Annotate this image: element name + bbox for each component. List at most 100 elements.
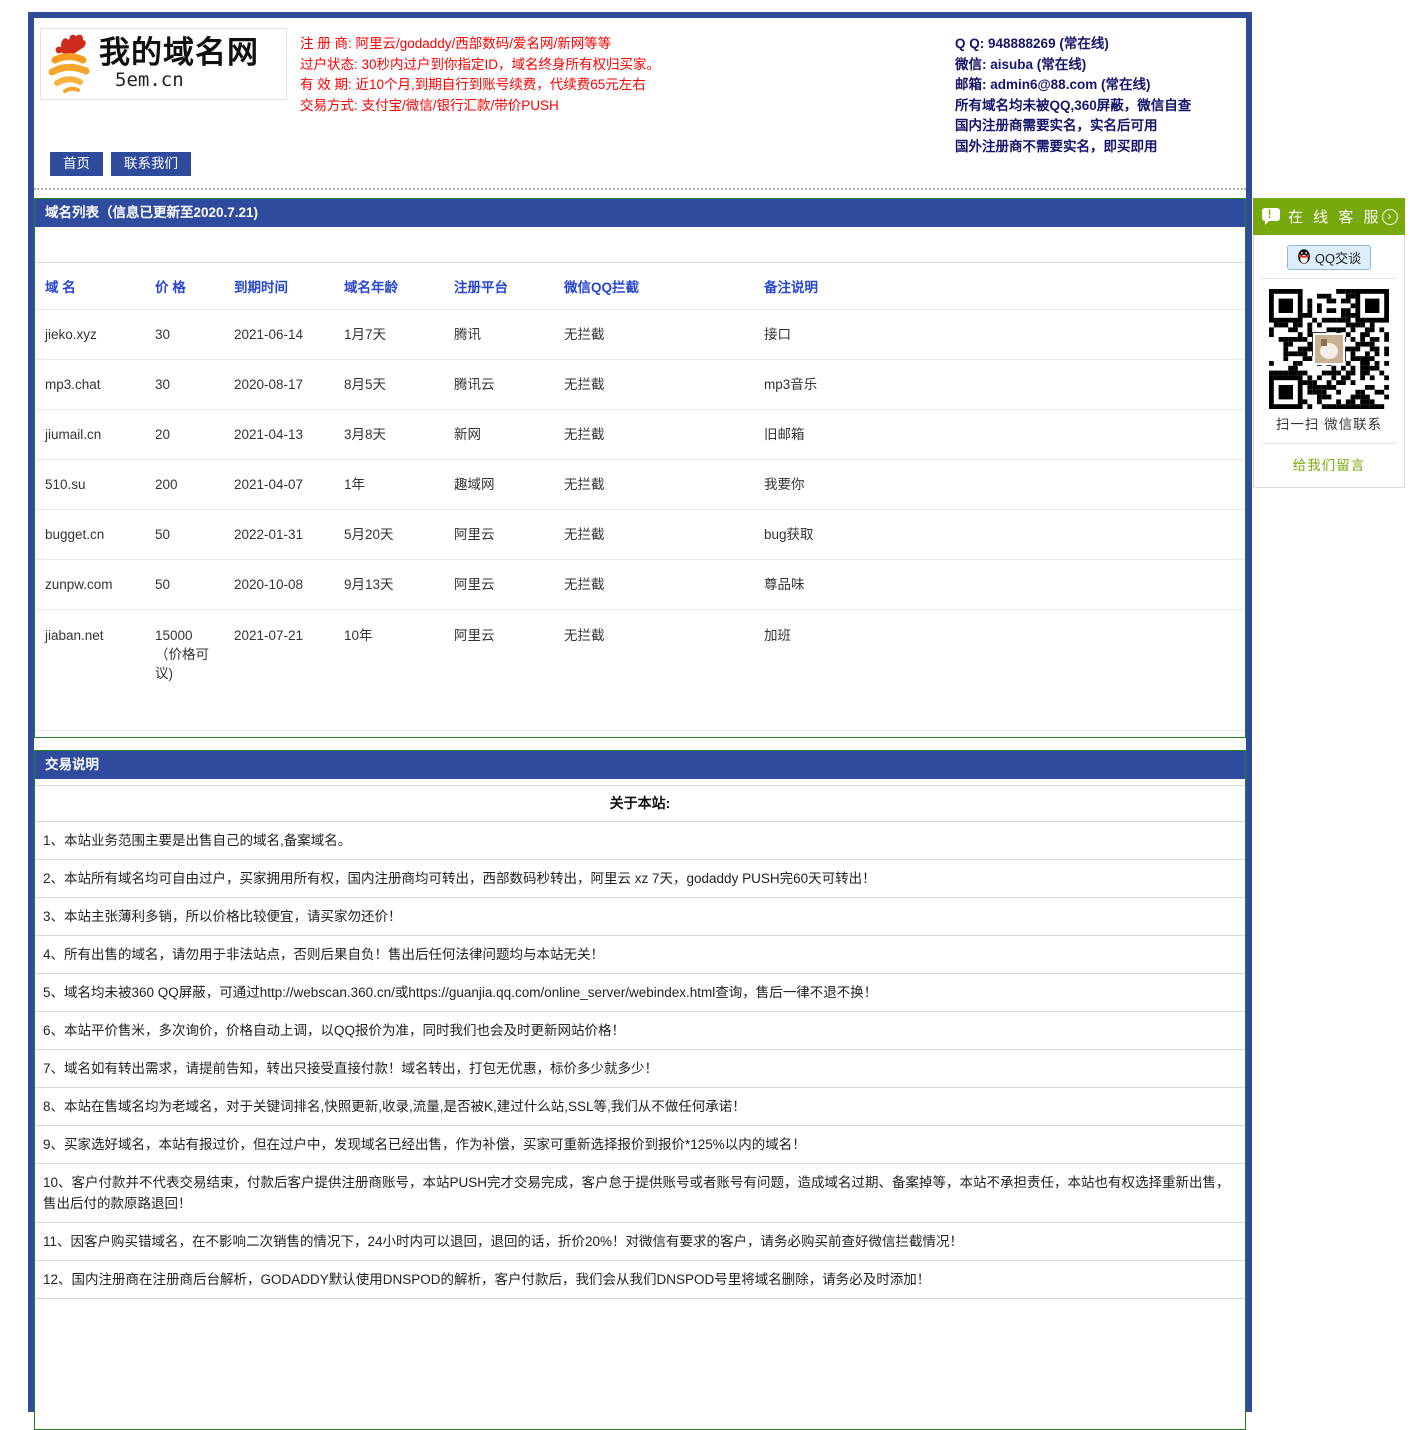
nav-contact-button[interactable]: 联系我们 (111, 152, 191, 176)
cell-age: 1月7天 (336, 310, 446, 360)
cell-domain: jiaban.net (35, 610, 147, 731)
cell-expire-date: 2021-04-07 (226, 460, 336, 510)
cell-expire-date: 2020-10-08 (226, 560, 336, 610)
nav-home-button[interactable]: 首页 (50, 152, 103, 176)
domain-table: 域 名价 格到期时间域名年龄注册平台微信QQ拦截备注说明 jieko.xyz30… (35, 262, 1245, 731)
domain-table-body: jieko.xyz302021-06-141月7天腾讯无拦截接口mp3.chat… (35, 310, 1245, 731)
cell-wechat-qq-block: 无拦截 (556, 310, 756, 360)
leave-message-link[interactable]: 给我们留言 (1293, 454, 1366, 474)
cell-wechat-qq-block: 无拦截 (556, 610, 756, 731)
cell-wechat-qq-block: 无拦截 (556, 560, 756, 610)
cell-expire-date: 2022-01-31 (226, 510, 336, 560)
scan-label: 扫一扫 微信联系 (1254, 413, 1404, 433)
column-header-expire-date: 到期时间 (226, 263, 336, 310)
column-header-age: 域名年龄 (336, 263, 446, 310)
contact-line: 所有域名均未被QQ,360屏蔽，微信自查 (955, 96, 1240, 117)
cell-age: 3月8天 (336, 410, 446, 460)
chat-bubble-icon: ! (1262, 207, 1281, 226)
customer-service-widget: ! 在 线 客 服 › QQ交谈 扫一扫 (1253, 198, 1405, 488)
table-row: 510.su2002021-04-071年趣域网无拦截我要你 (35, 460, 1245, 510)
site-domain: 5em.cn (115, 69, 259, 91)
qq-chat-label: QQ交谈 (1315, 248, 1361, 267)
cell-note: 接口 (756, 310, 1245, 360)
contact-line: 邮箱: admin6@88.com (常在线) (955, 75, 1240, 96)
notice-line: 交易方式: 支付宝/微信/银行汇款/带价PUSH (300, 96, 860, 117)
notice-line: 有 效 期: 近10个月,到期自行到账号续费，代续费65元左右 (300, 75, 860, 96)
service-title: 在 线 客 服 (1288, 206, 1382, 227)
cell-platform: 腾讯 (446, 310, 556, 360)
cell-platform: 阿里云 (446, 510, 556, 560)
cell-age: 1年 (336, 460, 446, 510)
page: 我的域名网 5em.cn 注 册 商: 阿里云/godaddy/西部数码/爱名网… (0, 0, 1414, 1258)
column-header-platform: 注册平台 (446, 263, 556, 310)
note-item: 4、所有出售的域名，请勿用于非法站点，否则后果自负！售出后任何法律问题均与本站无… (35, 936, 1245, 974)
cell-note: mp3音乐 (756, 360, 1245, 410)
cell-platform: 新网 (446, 410, 556, 460)
cell-price: 50 (147, 560, 226, 610)
note-item: 9、买家选好域名，本站有报过价，但在过户中，发现域名已经出售，作为补偿，买家可重… (35, 1126, 1245, 1164)
cell-domain: mp3.chat (35, 360, 147, 410)
cell-platform: 腾讯云 (446, 360, 556, 410)
domain-list-title: 域名列表（信息已更新至2020.7.21) (35, 199, 1245, 227)
cell-wechat-qq-block: 无拦截 (556, 510, 756, 560)
cell-age: 8月5天 (336, 360, 446, 410)
note-item: 12、国内注册商在注册商后台解析，GODADDY默认使用DNSPOD的解析，客户… (35, 1261, 1245, 1299)
column-header-domain: 域 名 (35, 263, 147, 310)
service-body: QQ交谈 扫一扫 微信联系 给我们留言 (1253, 235, 1405, 488)
main-container: 我的域名网 5em.cn 注 册 商: 阿里云/godaddy/西部数码/爱名网… (28, 12, 1252, 1412)
cell-domain: jiumail.cn (35, 410, 147, 460)
contact-line: Q Q: 948888269 (常在线) (955, 34, 1240, 55)
qq-chat-button[interactable]: QQ交谈 (1287, 245, 1371, 270)
cell-expire-date: 2021-07-21 (226, 610, 336, 731)
cell-expire-date: 2021-06-14 (226, 310, 336, 360)
site-logo: 我的域名网 5em.cn (40, 28, 287, 100)
main-nav: 首页 联系我们 (50, 152, 191, 176)
table-row: jiaban.net15000（价格可议)2021-07-2110年阿里云无拦截… (35, 610, 1245, 731)
contact-line: 国内注册商需要实名，实名后可用 (955, 116, 1240, 137)
service-header: ! 在 线 客 服 › (1253, 198, 1405, 235)
cell-wechat-qq-block: 无拦截 (556, 360, 756, 410)
notes-title: 交易说明 (35, 751, 1245, 779)
note-item: 5、域名均未被360 QQ屏蔽，可通过http://webscan.360.cn… (35, 974, 1245, 1012)
site-title: 我的域名网 (99, 37, 259, 70)
cell-wechat-qq-block: 无拦截 (556, 410, 756, 460)
divider (1262, 443, 1396, 444)
note-item: 7、域名如有转出需求，请提前告知，转出只接受直接付款！域名转出，打包无优惠，标价… (35, 1050, 1245, 1088)
notice-block: 注 册 商: 阿里云/godaddy/西部数码/爱名网/新网等等过户状态: 30… (300, 34, 860, 116)
cell-expire-date: 2021-04-13 (226, 410, 336, 460)
cell-note: 尊品味 (756, 560, 1245, 610)
cell-platform: 趣域网 (446, 460, 556, 510)
table-row: bugget.cn502022-01-315月20天阿里云无拦截bug获取 (35, 510, 1245, 560)
domain-list-section: 域名列表（信息已更新至2020.7.21) 域 名价 格到期时间域名年龄注册平台… (34, 198, 1246, 738)
cell-platform: 阿里云 (446, 560, 556, 610)
column-header-wechat-qq-block: 微信QQ拦截 (556, 263, 756, 310)
dotted-divider (34, 188, 1246, 190)
notes-section: 交易说明 关于本站: 1、本站业务范围主要是出售自己的域名,备案域名。2、本站所… (34, 750, 1246, 1430)
cell-note: 我要你 (756, 460, 1245, 510)
cell-price: 50 (147, 510, 226, 560)
cell-price: 15000（价格可议) (147, 610, 226, 731)
cell-age: 9月13天 (336, 560, 446, 610)
chevron-circle-icon[interactable]: › (1382, 209, 1398, 225)
contact-line: 微信: aisuba (常在线) (955, 55, 1240, 76)
notice-line: 注 册 商: 阿里云/godaddy/西部数码/爱名网/新网等等 (300, 34, 860, 55)
cell-note: 旧邮箱 (756, 410, 1245, 460)
cell-domain: 510.su (35, 460, 147, 510)
contact-block: Q Q: 948888269 (常在线)微信: aisuba (常在线)邮箱: … (955, 34, 1240, 157)
note-item: 1、本站业务范围主要是出售自己的域名,备案域名。 (35, 822, 1245, 860)
note-item: 2、本站所有域名均可自由过户，买家拥用所有权，国内注册商均可转出，西部数码秒转出… (35, 860, 1245, 898)
notes-body: 关于本站: 1、本站业务范围主要是出售自己的域名,备案域名。2、本站所有域名均可… (35, 785, 1245, 1299)
cell-platform: 阿里云 (446, 610, 556, 731)
table-header-row: 域 名价 格到期时间域名年龄注册平台微信QQ拦截备注说明 (35, 263, 1245, 310)
note-item: 8、本站在售域名均为老域名，对于关键词排名,快照更新,收录,流量,是否被K,建过… (35, 1088, 1245, 1126)
column-header-price: 价 格 (147, 263, 226, 310)
cell-price: 30 (147, 310, 226, 360)
cell-domain: bugget.cn (35, 510, 147, 560)
cell-price: 20 (147, 410, 226, 460)
cell-age: 5月20天 (336, 510, 446, 560)
table-row: zunpw.com502020-10-089月13天阿里云无拦截尊品味 (35, 560, 1245, 610)
qq-penguin-icon (1297, 248, 1311, 267)
note-item: 10、客户付款并不代表交易结束，付款后客户提供注册商账号，本站PUSH完才交易完… (35, 1164, 1245, 1223)
note-item: 11、因客户购买错域名，在不影响二次销售的情况下，24小时内可以退回，退回的话，… (35, 1223, 1245, 1261)
cell-price: 200 (147, 460, 226, 510)
